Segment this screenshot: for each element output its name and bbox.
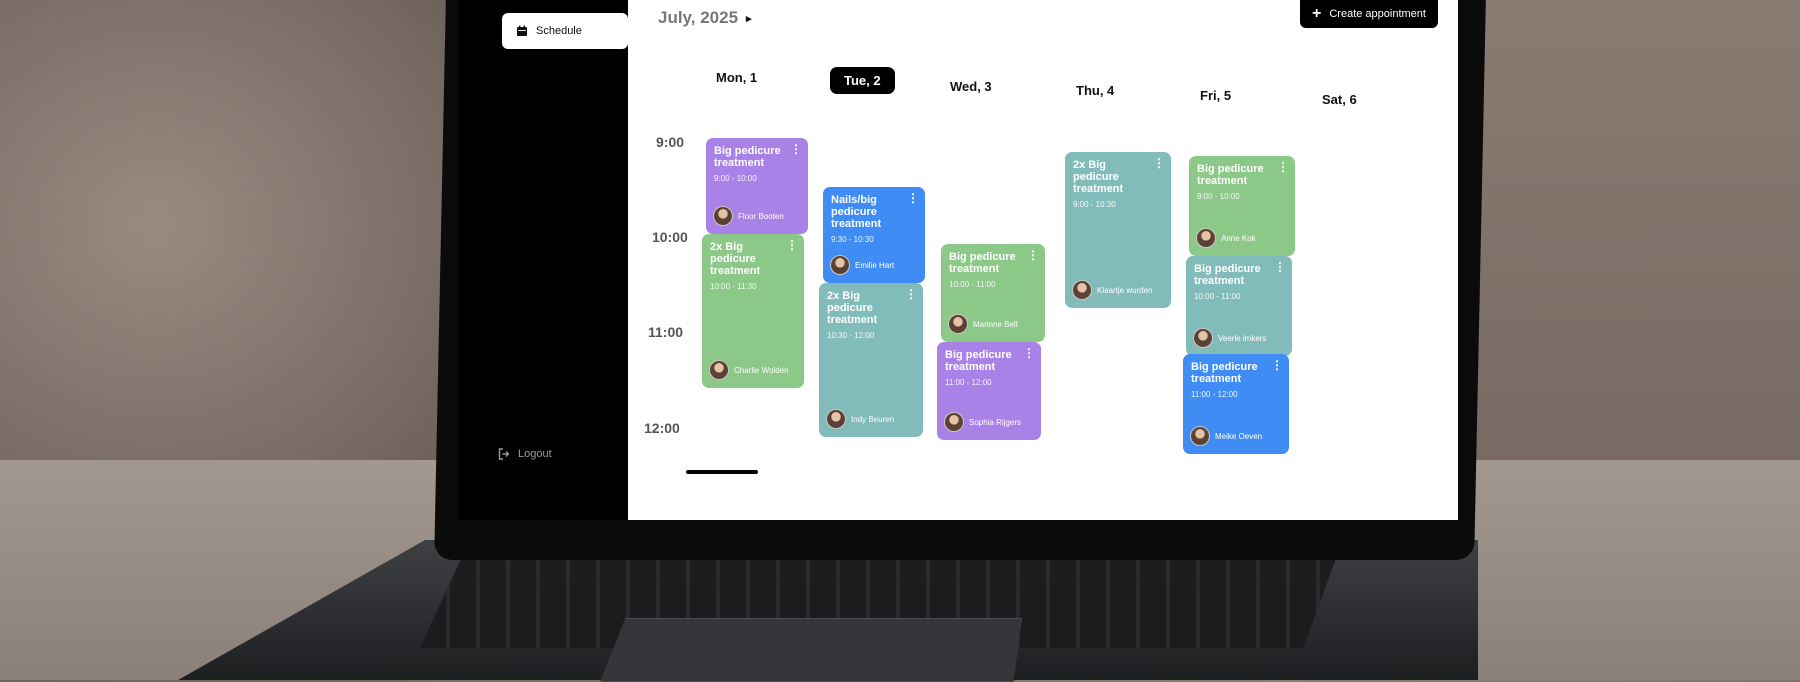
appointment-title: 2x Big pedicure treatment [1073,159,1124,195]
time-label: 11:00 [648,324,684,340]
avatar [826,409,846,429]
appointment-card[interactable]: Big pedicure treatment 11:00 - 12:00 ⋮ S… [937,342,1041,440]
appointment-time: 9:00 - 10:00 [1197,192,1240,201]
appointment-card[interactable]: Big pedicure treatment 11:00 - 12:00 ⋮ M… [1183,354,1289,454]
avatar [1190,426,1210,446]
client-name: Meike Oeven [1215,431,1263,441]
appointment-client: Sophia Rijgers [944,412,1021,432]
client-name: Indy Beuren [851,414,895,424]
client-name: Marinne Belt [973,319,1018,329]
appointment-client: Klaartje wurden [1072,280,1153,300]
appointment-client: Floor Booten [713,206,784,226]
day-header-active[interactable]: Tue, 2 [830,67,895,94]
more-options-icon[interactable]: ⋮ [907,192,919,204]
more-options-icon[interactable]: ⋮ [1027,249,1039,261]
client-name: Sophia Rijgers [969,417,1022,427]
calendar-icon [517,25,527,36]
appointment-time: 11:00 - 12:00 [1191,390,1238,399]
appointment-time: 11:00 - 12:00 [945,378,992,387]
appointment-card[interactable]: Big pedicure treatment 9:00 - 10:00 ⋮ Fl… [706,138,808,234]
appointment-title: Big pedicure treatment [1197,163,1264,187]
more-options-icon[interactable]: ⋮ [1023,347,1035,359]
logout-button[interactable]: Logout [498,448,552,460]
logout-icon [498,448,510,460]
time-label: 12:00 [644,420,680,436]
client-name: Klaartje wurden [1097,285,1153,295]
appointment-client: Charlie Wolden [709,360,789,380]
appointment-title: Big pedicure treatment [949,251,1016,275]
appointment-client: Marinne Belt [948,314,1018,334]
month-title: July, 2025 ▸ [658,8,752,28]
appointment-time: 10:00 - 11:00 [949,280,996,289]
appointment-title: 2x Big pedicure treatment [827,290,878,326]
appointment-client: Emilie Hart [830,255,894,275]
create-appointment-button[interactable]: + Create appointment [1300,0,1438,28]
chevron-right-icon[interactable]: ▸ [746,12,752,25]
day-header[interactable]: Mon, 1 [716,70,757,85]
more-options-icon[interactable]: ⋮ [1153,157,1165,169]
appointment-time: 10:30 - 12:00 [827,331,875,340]
client-name: Anne Kok [1221,233,1256,243]
more-options-icon[interactable]: ⋮ [1277,161,1289,173]
sidebar-item-label: Schedule [536,25,582,37]
more-options-icon[interactable]: ⋮ [1274,261,1286,273]
appointment-title: Big pedicure treatment [1191,361,1258,385]
appointment-title: Big pedicure treatment [1194,263,1261,287]
avatar [830,255,850,275]
client-name: Charlie Wolden [734,365,789,375]
appointment-time: 9:00 - 10:30 [1073,200,1116,209]
logout-label: Logout [518,448,552,460]
laptop-trackpad [600,618,1022,682]
avatar [709,360,729,380]
appointment-client: Anne Kok [1196,228,1256,248]
appointment-title: Big pedicure treatment [714,145,781,169]
avatar [944,412,964,432]
appointment-card[interactable]: Big pedicure treatment 10:00 - 11:00 ⋮ V… [1186,256,1292,356]
appointment-title: Nails/big pedicure treatment [831,194,882,230]
month-label: July, 2025 [658,8,739,27]
more-options-icon[interactable]: ⋮ [1271,359,1283,371]
avatar [713,206,733,226]
avatar [1196,228,1216,248]
client-name: Floor Booten [738,211,784,221]
day-header[interactable]: Thu, 4 [1076,83,1114,98]
appointment-title: 2x Big pedicure treatment [710,241,761,277]
appointment-card[interactable]: Big pedicure treatment 9:00 - 10:00 ⋮ An… [1189,156,1295,256]
day-header[interactable]: Wed, 3 [950,79,992,94]
appointment-card[interactable]: 2x Big pedicure treatment 10:30 - 12:00 … [819,283,923,437]
time-label: 9:00 [656,134,685,150]
appointment-time: 10:00 - 11:30 [710,282,757,291]
appointment-time: 10:00 - 11:00 [1194,292,1241,301]
more-options-icon[interactable]: ⋮ [905,288,917,300]
appointment-client: Indy Beuren [826,409,894,429]
sidebar: Schedule Logout [458,0,628,520]
laptop-screen: Schedule Logout July, 2025 ▸ + Create ap… [458,0,1458,520]
appointment-time: 9:30 - 10:30 [831,235,874,244]
sidebar-item-schedule[interactable]: Schedule [502,13,628,49]
appointment-client: Veerle imkers [1193,328,1266,348]
avatar [1072,280,1092,300]
appointment-card[interactable]: 2x Big pedicure treatment 10:00 - 11:30 … [702,234,804,388]
scroll-handle[interactable] [686,470,758,474]
appointment-card[interactable]: 2x Big pedicure treatment 9:00 - 10:30 ⋮… [1065,152,1171,308]
day-header[interactable]: Sat, 6 [1322,92,1357,107]
create-appointment-label: Create appointment [1329,8,1426,20]
day-header[interactable]: Fri, 5 [1200,88,1231,103]
schedule-main: July, 2025 ▸ + Create appointment Mon, 1… [628,0,1458,520]
appointment-client: Meike Oeven [1190,426,1262,446]
sofa-arm [1460,0,1800,470]
client-name: Emilie Hart [855,260,895,270]
avatar [1193,328,1213,348]
time-label: 10:00 [652,229,688,245]
appointment-time: 9:00 - 10:00 [714,174,757,183]
avatar [948,314,968,334]
appointment-card[interactable]: Nails/big pedicure treatment 9:30 - 10:3… [823,187,925,283]
plus-icon: + [1312,5,1322,22]
client-name: Veerle imkers [1218,333,1267,343]
appointment-title: Big pedicure treatment [945,349,1012,373]
more-options-icon[interactable]: ⋮ [786,239,798,251]
more-options-icon[interactable]: ⋮ [790,143,802,155]
appointment-card[interactable]: Big pedicure treatment 10:00 - 11:00 ⋮ M… [941,244,1045,342]
